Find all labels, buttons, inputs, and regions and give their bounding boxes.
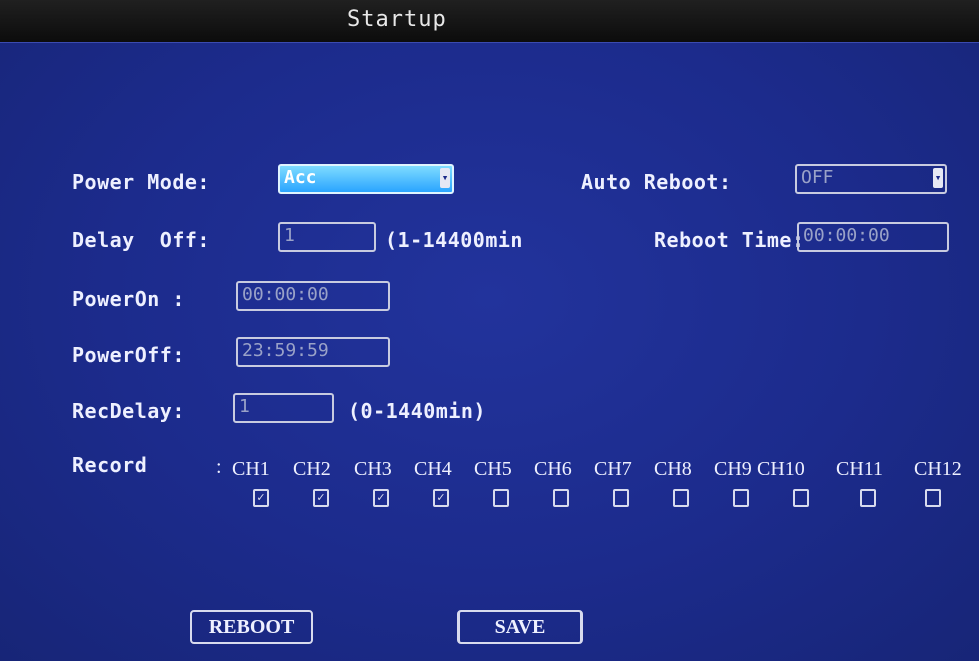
channel-checkbox-ch4[interactable]: ✓	[433, 489, 449, 507]
channel-label-ch3: CH3	[354, 458, 392, 480]
reboot-time-label: Reboot Time:	[654, 228, 805, 252]
delay-off-input[interactable]: 1	[278, 222, 376, 252]
delay-off-range: (1-14400min	[385, 228, 523, 252]
power-off-label: PowerOff:	[72, 343, 185, 367]
startup-screen: Startup Power Mode: Acc ▾ Auto Reboot: O…	[0, 0, 979, 661]
checkmark-icon: ✓	[376, 491, 386, 504]
channel-checkbox-ch6[interactable]	[553, 489, 569, 507]
channel-checkbox-ch5[interactable]	[493, 489, 509, 507]
power-on-input[interactable]: 00:00:00	[236, 281, 390, 311]
power-mode-select[interactable]: Acc ▾	[278, 164, 454, 194]
reboot-button[interactable]: REBOOT	[190, 610, 313, 644]
channel-label-ch11: CH11	[836, 458, 884, 480]
channel-checkbox-ch9[interactable]	[733, 489, 749, 507]
auto-reboot-value: OFF	[801, 167, 834, 188]
channel-checkbox-ch11[interactable]	[860, 489, 876, 507]
channel-label-ch1: CH1	[232, 458, 270, 480]
channel-checkbox-ch7[interactable]	[613, 489, 629, 507]
channel-label-ch9: CH9	[714, 458, 752, 480]
channel-checkbox-ch12[interactable]	[925, 489, 941, 507]
channel-label-ch10: CH10	[757, 458, 805, 480]
power-mode-value: Acc	[284, 167, 317, 188]
power-off-input[interactable]: 23:59:59	[236, 337, 390, 367]
save-button[interactable]: SAVE	[457, 610, 583, 644]
checkmark-icon: ✓	[256, 491, 266, 504]
channel-checkbox-ch3[interactable]: ✓	[373, 489, 389, 507]
dropdown-arrow-icon[interactable]: ▾	[440, 168, 450, 188]
reboot-time-input[interactable]: 00:00:00	[797, 222, 949, 252]
channel-checkbox-ch2[interactable]: ✓	[313, 489, 329, 507]
power-mode-label: Power Mode:	[72, 170, 210, 194]
delay-off-label: Delay Off:	[72, 228, 210, 252]
title-bar: Startup	[0, 0, 979, 43]
rec-delay-range: (0-1440min)	[348, 399, 486, 423]
rec-delay-label: RecDelay:	[72, 399, 185, 423]
channel-checkbox-ch1[interactable]: ✓	[253, 489, 269, 507]
channel-label-ch5: CH5	[474, 458, 512, 480]
checkmark-icon: ✓	[316, 491, 326, 504]
auto-reboot-label: Auto Reboot:	[581, 170, 732, 194]
checkmark-icon: ✓	[436, 491, 446, 504]
channel-checkbox-ch8[interactable]	[673, 489, 689, 507]
dropdown-arrow-icon[interactable]: ▾	[933, 168, 943, 188]
record-label: Record	[72, 453, 148, 477]
channel-label-ch7: CH7	[594, 458, 632, 480]
power-on-label: PowerOn :	[72, 287, 185, 311]
channel-checkbox-ch10[interactable]	[793, 489, 809, 507]
record-separator: :	[216, 456, 222, 478]
channel-label-ch6: CH6	[534, 458, 572, 480]
channel-label-ch12: CH12	[914, 458, 962, 480]
channel-label-ch8: CH8	[654, 458, 692, 480]
channel-label-ch4: CH4	[414, 458, 452, 480]
auto-reboot-select[interactable]: OFF ▾	[795, 164, 947, 194]
rec-delay-input[interactable]: 1	[233, 393, 334, 423]
channel-label-ch2: CH2	[293, 458, 331, 480]
window-title: Startup	[347, 7, 447, 32]
